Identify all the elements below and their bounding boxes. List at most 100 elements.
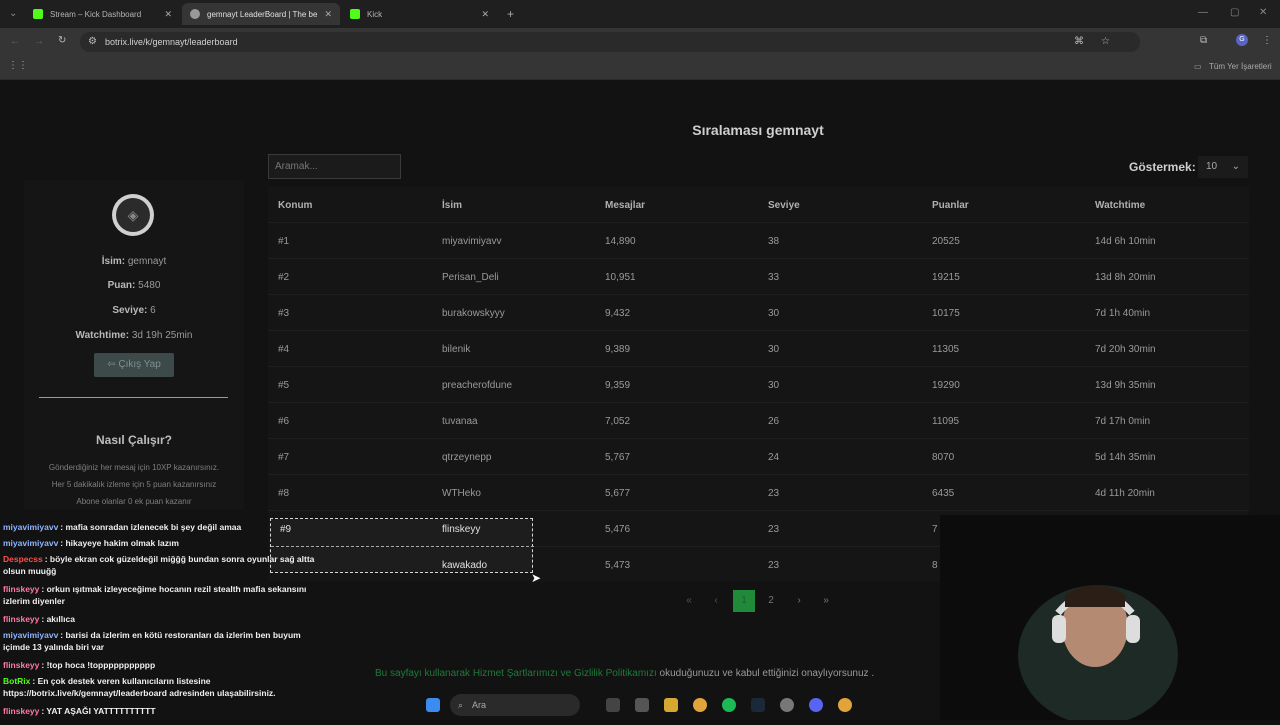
table-cell: preacherofdune bbox=[442, 380, 513, 391]
address-bar: ← → ↻ ⚙ botrix.live/k/gemnayt/leaderboar… bbox=[0, 28, 1280, 56]
botrix-favicon-icon bbox=[190, 9, 200, 19]
task-view-icon[interactable] bbox=[606, 698, 620, 712]
show-count-value: 10 bbox=[1206, 161, 1218, 172]
translate-icon[interactable]: ⌘ bbox=[1074, 32, 1084, 52]
store-icon[interactable] bbox=[635, 698, 649, 712]
chat-message: flinskeyy: akıllıca bbox=[3, 613, 328, 625]
row-divider bbox=[268, 474, 1249, 475]
table-cell: WTHeko bbox=[442, 488, 481, 499]
close-icon[interactable]: ✕ bbox=[164, 9, 172, 20]
show-count-select[interactable]: 10 ⌄ bbox=[1198, 156, 1248, 178]
close-window-icon[interactable]: ✕ bbox=[1259, 7, 1267, 18]
chat-username: miyavimiyavv bbox=[3, 522, 59, 532]
first-page-button[interactable]: « bbox=[678, 590, 700, 612]
table-cell: #1 bbox=[278, 236, 290, 247]
menu-dots-icon[interactable]: ⋮ bbox=[1262, 35, 1272, 46]
page-2-button[interactable]: 2 bbox=[760, 590, 782, 612]
table-cell: 20525 bbox=[932, 236, 960, 247]
forward-icon[interactable]: → bbox=[34, 36, 44, 47]
column-header-name[interactable]: İsim bbox=[442, 200, 462, 211]
chrome-icon[interactable] bbox=[838, 698, 852, 712]
table-cell: 30 bbox=[768, 308, 780, 319]
close-icon[interactable]: ✕ bbox=[481, 9, 489, 20]
windows-start-icon[interactable] bbox=[426, 698, 440, 712]
table-cell: 11095 bbox=[932, 416, 960, 427]
apps-grid-icon[interactable]: ⋮⋮ bbox=[8, 60, 28, 71]
column-header-points[interactable]: Puanlar bbox=[932, 200, 969, 211]
column-header-rank[interactable]: Konum bbox=[278, 200, 312, 211]
extensions-icon[interactable]: ⧉ bbox=[1200, 35, 1207, 46]
chat-text: : akıllıca bbox=[41, 614, 75, 624]
column-header-messages[interactable]: Mesajlar bbox=[605, 200, 645, 211]
settings-icon[interactable] bbox=[780, 698, 794, 712]
tab-leaderboard[interactable]: gemnayt LeaderBoard | The be ✕ bbox=[182, 3, 340, 25]
all-bookmarks-link[interactable]: Tüm Yer İşaretleri bbox=[1209, 62, 1272, 71]
profile-avatar-icon[interactable]: G bbox=[1236, 34, 1248, 46]
table-cell: bilenik bbox=[442, 344, 471, 355]
maximize-icon[interactable]: ▢ bbox=[1230, 7, 1239, 18]
alien-avatar-icon: ◈ bbox=[116, 198, 150, 232]
table-cell: Perisan_Deli bbox=[442, 272, 499, 283]
bookmark-star-icon[interactable]: ☆ bbox=[1101, 32, 1110, 52]
table-cell: 7,052 bbox=[605, 416, 631, 427]
table-cell: #2 bbox=[278, 272, 290, 283]
page-1-button[interactable]: 1 bbox=[733, 590, 755, 612]
chrome-icon[interactable] bbox=[693, 698, 707, 712]
table-cell: qtrzeynepp bbox=[442, 452, 492, 463]
table-cell: #3 bbox=[278, 308, 290, 319]
minimize-icon[interactable]: — bbox=[1198, 7, 1208, 18]
chat-username: BotRix bbox=[3, 676, 31, 686]
chat-username: flinskeyy bbox=[3, 584, 40, 594]
tab-kick-dashboard[interactable]: Stream – Kick Dashboard ✕ bbox=[25, 3, 180, 25]
last-page-button[interactable]: » bbox=[815, 590, 837, 612]
spotify-icon[interactable] bbox=[722, 698, 736, 712]
table-cell: 7d 17h 0min bbox=[1095, 416, 1151, 427]
table-cell: 33 bbox=[768, 272, 780, 283]
new-tab-button[interactable]: + bbox=[507, 7, 514, 21]
chat-username: Despecss bbox=[3, 554, 43, 564]
close-icon[interactable]: ✕ bbox=[324, 9, 332, 20]
tab-search-icon[interactable]: ⌄ bbox=[9, 8, 17, 19]
taskbar-search[interactable]: ⌕ Ara bbox=[450, 694, 580, 716]
table-cell: 9,389 bbox=[605, 344, 631, 355]
reload-icon[interactable]: ↻ bbox=[58, 35, 66, 46]
selected-name: kawakado bbox=[442, 560, 488, 571]
url-field[interactable]: ⚙ botrix.live/k/gemnayt/leaderboard ⌘ ☆ bbox=[80, 32, 1140, 52]
table-cell: 5,767 bbox=[605, 452, 631, 463]
discord-icon[interactable] bbox=[809, 698, 823, 712]
back-icon[interactable]: ← bbox=[10, 36, 20, 47]
search-input[interactable]: Aramak... bbox=[268, 154, 401, 179]
logout-icon: ⇦ bbox=[107, 359, 119, 370]
column-header-level[interactable]: Seviye bbox=[768, 200, 800, 211]
how-line: Gönderdiğiniz her mesaj için 10XP kazanı… bbox=[48, 463, 220, 472]
table-cell: tuvanaa bbox=[442, 416, 478, 427]
tab-label: Stream – Kick Dashboard bbox=[50, 9, 142, 19]
table-cell: 7 bbox=[932, 524, 938, 535]
table-cell: 13d 8h 20min bbox=[1095, 272, 1156, 283]
column-header-watchtime[interactable]: Watchtime bbox=[1095, 200, 1145, 211]
terms-link[interactable]: Bu sayfayı kullanarak Hizmet Şartlarımız… bbox=[375, 668, 657, 679]
row-divider bbox=[268, 294, 1249, 295]
table-cell: 19215 bbox=[932, 272, 960, 283]
chat-message: flinskeyy: orkun ışıtmak izleyeceğime ho… bbox=[3, 583, 328, 607]
chat-text: : orkun ışıtmak izleyeceğime hocanın rez… bbox=[3, 584, 307, 606]
file-explorer-icon[interactable] bbox=[664, 698, 678, 712]
tab-kick[interactable]: Kick ✕ bbox=[342, 3, 497, 25]
how-it-works-title: Nasıl Çalışır? bbox=[95, 433, 173, 447]
show-count-label: Göstermek: bbox=[1129, 160, 1196, 174]
profile-name: İsim: gemnayt bbox=[101, 256, 167, 267]
table-cell: 4d 11h 20min bbox=[1095, 488, 1155, 499]
bookmarks-folder-icon: ▭ bbox=[1194, 62, 1202, 71]
logout-button[interactable]: ⇦ Çıkış Yap bbox=[94, 353, 174, 377]
prev-page-button[interactable]: ‹ bbox=[705, 590, 727, 612]
selected-name: flinskeyy bbox=[442, 524, 481, 535]
site-info-icon[interactable]: ⚙ bbox=[88, 32, 97, 52]
steam-icon[interactable] bbox=[751, 698, 765, 712]
table-cell: 10175 bbox=[932, 308, 960, 319]
next-page-button[interactable]: › bbox=[788, 590, 810, 612]
table-cell: 5d 14h 35min bbox=[1095, 452, 1156, 463]
table-cell: 5,473 bbox=[605, 560, 631, 571]
table-cell: 7d 20h 30min bbox=[1095, 344, 1156, 355]
table-cell: 11305 bbox=[932, 344, 960, 355]
page-title: Sıralaması gemnayt bbox=[692, 122, 824, 138]
